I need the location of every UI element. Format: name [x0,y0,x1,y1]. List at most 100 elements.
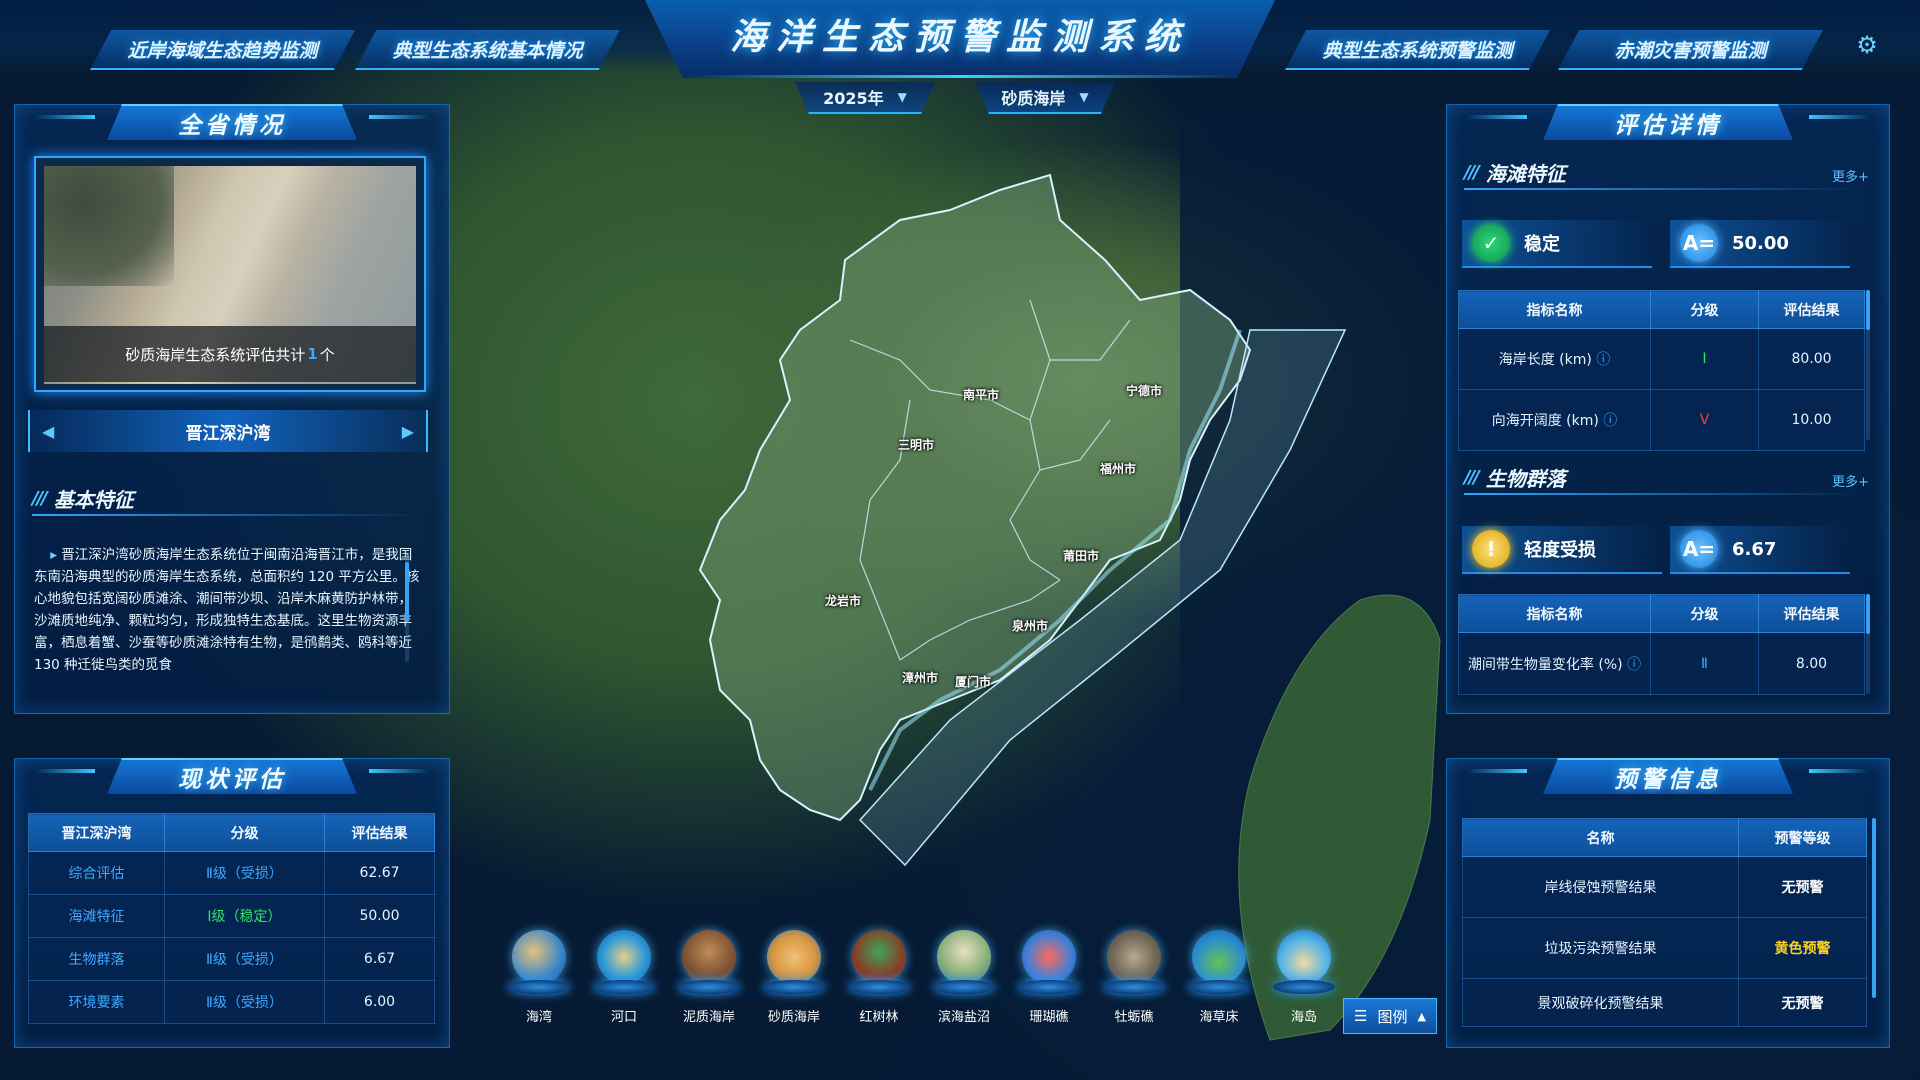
nav-tab-ecosystem-warning[interactable]: 典型生态系统预警监测 [1285,30,1550,70]
scrollbar[interactable] [1866,290,1870,440]
column-header: 分级 [1650,290,1759,329]
legend-button[interactable]: ☰ 图例 ▲ [1343,998,1437,1034]
scrollbar[interactable] [1872,818,1876,998]
community-indicator-table: 指标名称 分级 评估结果 潮间带生物量变化率 (%) ⓘ Ⅱ 8.00 [1458,594,1865,695]
mud-coast-icon [682,930,736,984]
table-row[interactable]: 景观破碎化预警结果 无预警 [1462,978,1867,1027]
bay-icon [512,930,566,984]
site-switcher: ◀ 晋江深沪湾 ▶ [28,410,428,452]
ecosystem-sand-coast[interactable]: 砂质海岸 [759,930,829,1025]
coral-reef-icon [1022,930,1076,984]
score-icon: A= [1680,224,1718,262]
column-header: 评估结果 [1758,594,1865,633]
panel-title: 预警信息 [1543,758,1793,794]
ecosystem-coral-reef[interactable]: 珊瑚礁 [1014,930,1084,1025]
city-label[interactable]: 厦门市 [955,673,991,690]
city-label[interactable]: 南平市 [963,386,999,403]
column-header: 分级 [1650,594,1759,633]
panel-title: 现状评估 [107,758,357,794]
scrollbar[interactable] [405,552,409,662]
scrollbar[interactable] [1866,594,1870,694]
table-row[interactable]: 向海开阔度 (km) ⓘ Ⅴ 10.00 [1458,389,1865,451]
prev-arrow-icon[interactable]: ◀ [42,422,54,441]
panel-header: 预警信息 [1447,755,1889,797]
basic-feature-title: /// 基本特征 [32,488,134,512]
city-label[interactable]: 龙岩市 [825,592,861,609]
ecosystem-oyster-reef[interactable]: 牡蛎礁 [1099,930,1169,1025]
city-label[interactable]: 泉州市 [1012,617,1048,634]
ecosystem-count: 1 [307,345,318,363]
chevron-down-icon: ▼ [897,90,907,104]
beach-indicator-table: 指标名称 分级 评估结果 海岸长度 (km) ⓘ Ⅰ 80.00 向海开阔度 (… [1458,290,1865,451]
column-header: 指标名称 [1458,594,1651,633]
basic-feature-text: ▸ 晋江深沪湾砂质海岸生态系统位于闽南沿海晋江市，是我国东南沿海典型的砂质海岸生… [34,547,420,673]
sand-coast-icon [767,930,821,984]
chevron-down-icon: ▼ [1079,90,1089,104]
salt-marsh-icon [937,930,991,984]
ecosystem-bay[interactable]: 海湾 [504,930,574,1025]
beach-feature-title: /// 海滩特征 [1464,162,1566,186]
estuary-icon [597,930,651,984]
column-header: 晋江深沪湾 [28,813,165,852]
table-row[interactable]: 综合评估 Ⅱ级（受损） 62.67 [28,851,435,895]
nav-tab-ecosystem-basic[interactable]: 典型生态系统基本情况 [355,30,620,70]
city-label[interactable]: 漳州市 [902,669,938,686]
ecosystem-seagrass[interactable]: 海草床 [1184,930,1254,1025]
year-select[interactable]: 2025年 ▼ [795,82,935,114]
beach-more-link[interactable]: 更多+ [1832,166,1869,185]
table-row[interactable]: 岸线侵蚀预警结果 无预警 [1462,856,1867,918]
column-header: 指标名称 [1458,290,1651,329]
chevron-up-icon: ▲ [1417,1009,1426,1023]
nav-tab-coastal-trend[interactable]: 近岸海域生态趋势监测 [90,30,355,70]
type-select-value: 砂质海岸 [1001,89,1066,108]
table-row[interactable]: 海岸长度 (km) ⓘ Ⅰ 80.00 [1458,328,1865,390]
city-label[interactable]: 三明市 [898,436,934,453]
nav-tab-red-tide[interactable]: 赤潮灾害预警监测 [1558,30,1823,70]
warning-table: 名称 预警等级 岸线侵蚀预警结果 无预警 垃圾污染预警结果 黄色预警 景观破碎化… [1462,818,1867,1027]
list-icon: ☰ [1354,1007,1368,1025]
city-label[interactable]: 莆田市 [1063,547,1099,564]
info-icon[interactable]: ⓘ [1603,413,1617,429]
photo-caption: 砂质海岸生态系统评估共计 1 个 [44,326,416,382]
ecosystem-mangrove[interactable]: 红树林 [844,930,914,1025]
column-header: 评估结果 [324,813,435,852]
table-row[interactable]: 潮间带生物量变化率 (%) ⓘ Ⅱ 8.00 [1458,632,1865,695]
ecosystem-salt-marsh[interactable]: 滨海盐沼 [929,930,999,1025]
score-icon: A= [1680,530,1718,568]
current-site-name: 晋江深沪湾 [185,423,271,444]
status-table: 晋江深沪湾 分级 评估结果 综合评估 Ⅱ级（受损） 62.67 海滩特征 Ⅰ级（… [28,813,435,1024]
table-row[interactable]: 环境要素 Ⅱ级（受损） 6.00 [28,980,435,1024]
community-score-badge: A= 6.67 [1670,526,1850,574]
city-label[interactable]: 福州市 [1100,460,1136,477]
type-select[interactable]: 砂质海岸 ▼ [975,82,1115,114]
gear-icon[interactable]: ⚙ [1852,30,1882,60]
ecosystem-bar: 海湾 河口 泥质海岸 砂质海岸 红树林 滨海盐沼 珊瑚礁 牡蛎礁 海草床 海岛 [500,930,1340,1030]
info-icon[interactable]: ⓘ [1627,657,1641,673]
table-row[interactable]: 海滩特征 Ⅰ级（稳定） 50.00 [28,894,435,938]
table-row[interactable]: 垃圾污染预警结果 黄色预警 [1462,917,1867,979]
city-label[interactable]: 宁德市 [1126,382,1162,399]
panel-title: 全省情况 [107,104,357,140]
mangrove-icon [852,930,906,984]
ecosystem-island[interactable]: 海岛 [1269,930,1339,1025]
column-header: 分级 [164,813,325,852]
community-more-link[interactable]: 更多+ [1832,471,1869,490]
info-icon[interactable]: ⓘ [1596,352,1610,368]
bars-icon: /// [32,488,48,509]
oyster-reef-icon [1107,930,1161,984]
page-title: 海洋生态预警监测系统 [729,17,1190,58]
ecosystem-mud-coast[interactable]: 泥质海岸 [674,930,744,1025]
next-arrow-icon[interactable]: ▶ [402,422,414,441]
year-select-value: 2025年 [823,89,884,108]
panel-header: 现状评估 [15,755,449,797]
warning-icon: ! [1472,530,1510,568]
bars-icon: /// [1464,467,1480,488]
site-photo-card[interactable]: 砂质海岸生态系统评估共计 1 个 [34,156,426,392]
community-title: /// 生物群落 [1464,467,1566,491]
check-icon: ✓ [1472,224,1510,262]
community-status-badge: ! 轻度受损 [1462,526,1662,574]
bullet-icon: ▸ [50,547,57,563]
ecosystem-estuary[interactable]: 河口 [589,930,659,1025]
beach-score-badge: A= 50.00 [1670,220,1850,268]
table-row[interactable]: 生物群落 Ⅱ级（受损） 6.67 [28,937,435,981]
